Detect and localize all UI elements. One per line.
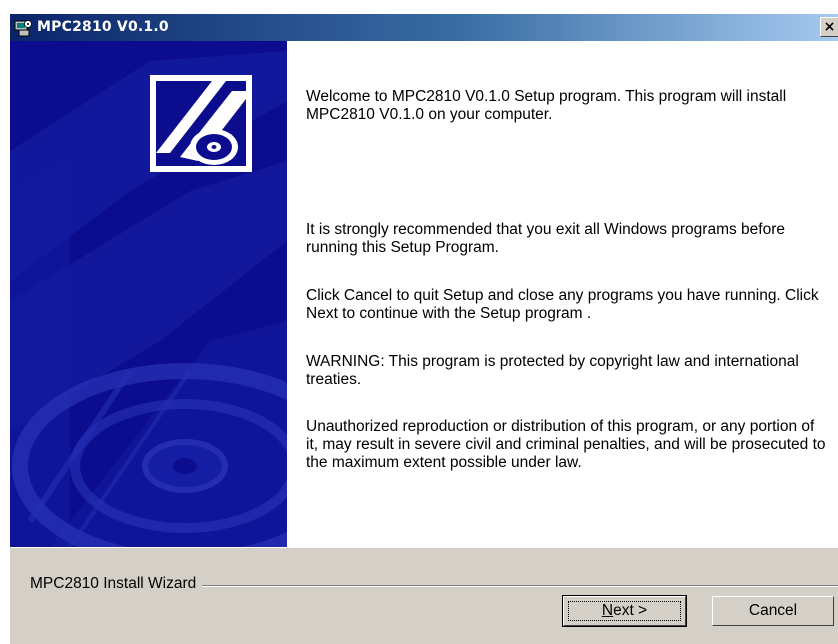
setup-app-icon (13, 18, 33, 38)
instructions-text: Click Cancel to quit Setup and close any… (306, 287, 819, 322)
footer-separator (10, 547, 838, 548)
welcome-text: Welcome to MPC2810 V0.1.0 Setup program.… (306, 88, 787, 123)
warning-text: WARNING: This program is protected by co… (306, 353, 799, 388)
close-icon: × (823, 19, 836, 35)
next-button-label: Next > (602, 602, 647, 619)
next-button[interactable]: Next > (562, 595, 687, 627)
legal-text: Unauthorized reproduction or distributio… (306, 418, 826, 471)
recommendation-text: It is strongly recommended that you exit… (306, 221, 785, 256)
setup-window: MPC2810 V0.1.0 × Welcome to MPC2810 V0.1… (10, 14, 838, 644)
close-button[interactable]: × (820, 17, 838, 37)
next-label-rest: ext > (613, 602, 648, 619)
wizard-banner (10, 41, 287, 547)
cancel-button[interactable]: Cancel (712, 596, 834, 626)
title-bar[interactable]: MPC2810 V0.1.0 × (10, 14, 838, 41)
wizard-group-label: MPC2810 Install Wizard (30, 575, 203, 593)
next-mnemonic: N (601, 602, 614, 619)
window-title: MPC2810 V0.1.0 (37, 19, 169, 35)
installer-cd-logo-icon (150, 75, 252, 172)
welcome-content: Welcome to MPC2810 V0.1.0 Setup program.… (287, 41, 838, 547)
cancel-button-label: Cancel (748, 602, 798, 619)
